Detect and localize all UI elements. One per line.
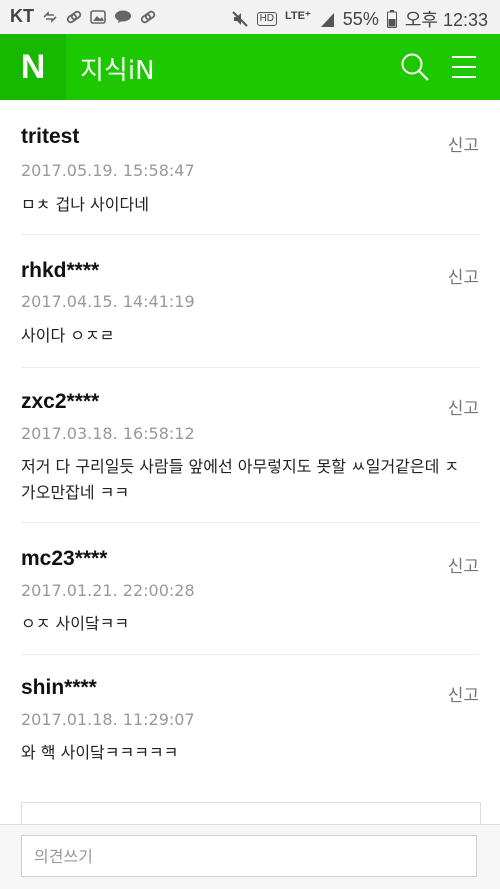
comment-item: zxc2**** 신고 2017.03.18. 16:58:12 저거 다 구리… [21, 368, 479, 523]
comment-text: 와 핵 사이닼ㅋㅋㅋㅋㅋ [21, 743, 179, 762]
comment-list: tritest 신고 2017.05.19. 15:58:47 ㅁㅊ 겁나 사이… [0, 100, 500, 785]
battery-icon [386, 10, 397, 28]
hd-voice-icon: HD [256, 12, 278, 26]
content-box [21, 802, 481, 825]
signal-icon [320, 13, 334, 27]
comment-date: 2017.01.18. 11:29:07 [21, 710, 195, 729]
comment-date: 2017.04.15. 14:41:19 [21, 292, 195, 311]
battery-percent: 55% [342, 8, 379, 29]
talk-icon [115, 10, 131, 23]
comment-text: 저거 다 구리일듯 사람들 앞에선 아무렇지도 못할 ㅆ일거같은데 ㅈ 가오만잡… [21, 457, 460, 502]
mute-icon [231, 11, 248, 27]
naver-logo[interactable]: N [0, 34, 66, 100]
report-button[interactable]: 신고 [448, 394, 479, 419]
comment-item: tritest 신고 2017.05.19. 15:58:47 ㅁㅊ 겁나 사이… [21, 100, 479, 235]
comment-author[interactable]: tritest [21, 125, 79, 149]
menu-icon[interactable] [452, 54, 476, 80]
sync-icon [43, 10, 57, 23]
network-label: LTE⁺ [285, 9, 311, 22]
comment-date: 2017.03.18. 16:58:12 [21, 424, 195, 443]
comment-item: shin**** 신고 2017.01.18. 11:29:07 와 핵 사이닼… [21, 655, 479, 785]
page-title[interactable]: 지식iN [80, 50, 155, 87]
search-icon[interactable] [400, 52, 430, 82]
status-bar: KT HD LTE⁺ 55% 오후 12:33 [0, 0, 500, 34]
logo-text: N [20, 47, 46, 86]
comment-text: ㅁㅊ 겁나 사이다네 [21, 195, 149, 214]
link-icon [66, 10, 82, 23]
clock: 오후 12:33 [404, 10, 488, 30]
comment-author[interactable]: shin**** [21, 676, 97, 700]
report-button[interactable]: 신고 [448, 263, 479, 288]
link-icon-2 [140, 10, 156, 23]
carrier-label: KT [10, 6, 34, 26]
report-button[interactable]: 신고 [448, 681, 479, 706]
comment-date: 2017.01.21. 22:00:28 [21, 581, 195, 600]
comment-author[interactable]: mc23**** [21, 547, 107, 571]
report-button[interactable]: 신고 [448, 131, 479, 156]
comment-text: ㅇㅈ 사이닼ㅋㅋ [21, 614, 130, 633]
app-header: N 지식iN [0, 34, 500, 100]
report-button[interactable]: 신고 [448, 552, 479, 577]
comment-author[interactable]: rhkd**** [21, 259, 99, 283]
comment-item: rhkd**** 신고 2017.04.15. 14:41:19 사이다 ㅇㅈㄹ [21, 235, 479, 368]
comment-date: 2017.05.19. 15:58:47 [21, 161, 195, 180]
comment-author[interactable]: zxc2**** [21, 390, 99, 414]
gallery-icon [90, 9, 106, 24]
comment-text: 사이다 ㅇㅈㄹ [21, 326, 115, 345]
comment-input[interactable] [21, 835, 477, 877]
comment-item: mc23**** 신고 2017.01.21. 22:00:28 ㅇㅈ 사이닼ㅋ… [21, 523, 479, 655]
compose-bar [0, 824, 500, 889]
